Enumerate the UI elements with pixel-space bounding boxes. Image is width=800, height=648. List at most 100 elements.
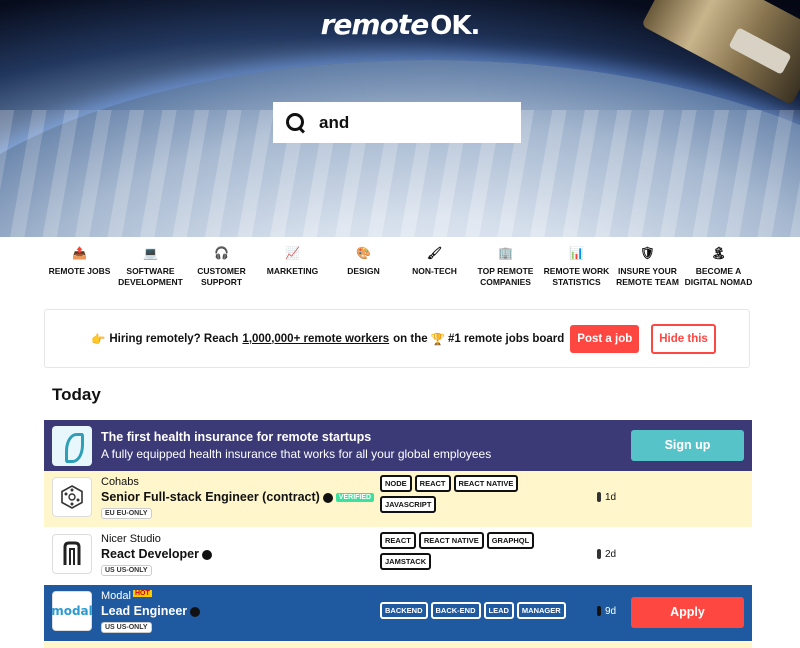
laptop-icon: 💻 xyxy=(143,246,158,260)
feather-logo-icon xyxy=(52,426,92,466)
tag[interactable]: REACT xyxy=(380,532,416,549)
modal-logo-text: modal xyxy=(51,604,93,618)
job-title-text: Senior Full-stack Engineer (contract) xyxy=(101,490,320,504)
company-logo xyxy=(52,534,92,574)
nav-label: TOP REMOTE COMPANIES xyxy=(477,266,534,287)
tag[interactable]: REACT NATIVE xyxy=(418,532,484,549)
tag[interactable]: JAMSTACK xyxy=(380,553,432,570)
stats-icon: 📊 xyxy=(569,246,584,260)
promo-title: The first health insurance for remote st… xyxy=(101,430,372,444)
ok-badge-icon xyxy=(190,606,201,617)
search-icon xyxy=(285,112,307,134)
sign-up-button[interactable]: Sign up xyxy=(631,430,744,461)
nav-non-tech[interactable]: 🖌 NON-TECH xyxy=(399,246,470,288)
hiring-highlight: 1,000,000+ remote workers xyxy=(242,332,390,345)
company-logo: modal xyxy=(51,591,93,631)
nav-label: SOFTWARE DEVELOPMENT xyxy=(118,266,183,287)
tag[interactable]: BACKEND xyxy=(380,602,428,619)
nav-top-remote-companies[interactable]: 🏢 TOP REMOTE COMPANIES xyxy=(470,246,541,288)
logo-text: remote xyxy=(320,8,430,41)
search-box[interactable] xyxy=(273,102,521,143)
shield-icon: 🛡 xyxy=(639,246,656,260)
job-tags: NODE REACT REACT NATIVE JAVASCRIPT xyxy=(380,475,550,513)
island-icon: 🏝 xyxy=(710,246,727,260)
company-name-text: Modal xyxy=(101,590,131,602)
building-icon: 🏢 xyxy=(498,246,513,260)
nav-label: DESIGN xyxy=(347,266,380,276)
job-title[interactable]: React Developer xyxy=(101,547,212,561)
location-badge[interactable]: US US-ONLY xyxy=(101,622,152,633)
chart-icon: 📈 xyxy=(285,246,300,260)
nav-label: BECOME A DIGITAL NOMAD xyxy=(684,266,753,287)
job-age: 2d xyxy=(597,549,616,560)
verified-badge: VERIFIED xyxy=(335,493,375,503)
company-name: Modal HOT xyxy=(101,590,152,602)
job-age: 1d xyxy=(597,492,616,503)
location-badge[interactable]: US US-ONLY xyxy=(101,565,152,576)
search-input[interactable] xyxy=(319,112,509,133)
nav-digital-nomad[interactable]: 🏝 BECOME A DIGITAL NOMAD xyxy=(683,246,754,288)
job-title-text: React Developer xyxy=(101,547,199,561)
nav-label: MARKETING xyxy=(266,266,319,276)
hiring-banner: 👉 Hiring remotely? Reach 1,000,000+ remo… xyxy=(44,309,750,368)
category-nav: 📤 REMOTE JOBS 💻 SOFTWARE DEVELOPMENT 🎧 CUST… xyxy=(44,246,756,288)
hiring-text: #1 remote jobs board xyxy=(447,332,565,345)
location-badge[interactable]: EU EU-ONLY xyxy=(101,508,152,519)
tag[interactable]: BACK-END xyxy=(430,602,481,619)
apply-button[interactable]: Apply xyxy=(631,597,744,628)
next-row-peek xyxy=(44,642,752,648)
nav-remote-work-statistics[interactable]: 📊 REMOTE WORK STATISTICS xyxy=(541,246,612,288)
section-title: Today xyxy=(52,385,101,404)
promo-subtitle: A fully equipped health insurance that w… xyxy=(101,447,492,461)
tag[interactable]: GRAPHQL xyxy=(486,532,535,549)
hot-badge: HOT xyxy=(132,590,152,597)
hiring-text: on the xyxy=(393,332,428,345)
promo-row[interactable]: The first health insurance for remote st… xyxy=(44,420,752,471)
job-row[interactable]: modal Modal HOT Lead Engineer US US-ONLY … xyxy=(44,585,752,642)
site-logo[interactable]: remoteOK. xyxy=(0,8,800,41)
company-name: Cohabs xyxy=(101,476,139,488)
nav-design[interactable]: 🎨 DESIGN xyxy=(328,246,399,288)
nav-label: REMOTE WORK STATISTICS xyxy=(543,266,610,287)
n-letter-logo-icon xyxy=(63,541,81,565)
tag[interactable]: MANAGER xyxy=(516,602,566,619)
hide-banner-button[interactable]: Hide this xyxy=(651,323,716,354)
job-title-text: Lead Engineer xyxy=(101,604,188,618)
headphones-icon: 🎧 xyxy=(214,246,229,260)
ok-badge-icon xyxy=(322,492,333,503)
upload-icon: 📤 xyxy=(72,246,87,260)
tag[interactable]: REACT xyxy=(414,475,451,492)
brush-icon: 🖌 xyxy=(426,246,443,260)
tag[interactable]: REACT NATIVE xyxy=(453,475,519,492)
hexagon-network-icon xyxy=(61,485,83,509)
ok-badge-icon xyxy=(201,549,212,560)
job-age: 9d xyxy=(597,606,616,617)
company-name: Nicer Studio xyxy=(101,533,161,545)
job-row[interactable]: Cohabs Senior Full-stack Engineer (contr… xyxy=(44,471,752,528)
nav-remote-jobs[interactable]: 📤 REMOTE JOBS xyxy=(44,246,115,288)
trophy-icon: 🏆 xyxy=(430,333,445,346)
nav-customer-support[interactable]: 🎧 CUSTOMER SUPPORT xyxy=(186,246,257,288)
nav-label: INSURE YOUR REMOTE TEAM xyxy=(616,266,679,287)
hero-banner: remoteOK. xyxy=(0,0,800,237)
hiring-text: Hiring remotely? Reach xyxy=(109,332,239,345)
job-tags: REACT REACT NATIVE GRAPHQL JAMSTACK xyxy=(380,532,550,570)
nav-label: REMOTE JOBS xyxy=(48,266,111,276)
company-logo xyxy=(52,477,92,517)
tag[interactable]: NODE xyxy=(380,475,412,492)
job-tags: BACKEND BACK-END LEAD MANAGER xyxy=(380,602,600,619)
job-list: The first health insurance for remote st… xyxy=(44,420,752,648)
tag[interactable]: JAVASCRIPT xyxy=(380,496,437,513)
pointing-hand-icon: 👉 xyxy=(91,333,106,346)
palette-icon: 🎨 xyxy=(356,246,371,260)
nav-insure-remote-team[interactable]: 🛡 INSURE YOUR REMOTE TEAM xyxy=(612,246,683,288)
logo-ok: OK. xyxy=(430,11,480,41)
nav-label: CUSTOMER SUPPORT xyxy=(197,266,246,287)
nav-software-development[interactable]: 💻 SOFTWARE DEVELOPMENT xyxy=(115,246,186,288)
nav-marketing[interactable]: 📈 MARKETING xyxy=(257,246,328,288)
job-row[interactable]: Nicer Studio React Developer US US-ONLY … xyxy=(44,528,752,585)
post-job-button[interactable]: Post a job xyxy=(570,324,640,353)
job-title[interactable]: Lead Engineer xyxy=(101,604,201,618)
job-title[interactable]: Senior Full-stack Engineer (contract) VER… xyxy=(101,490,375,504)
tag[interactable]: LEAD xyxy=(483,602,514,619)
